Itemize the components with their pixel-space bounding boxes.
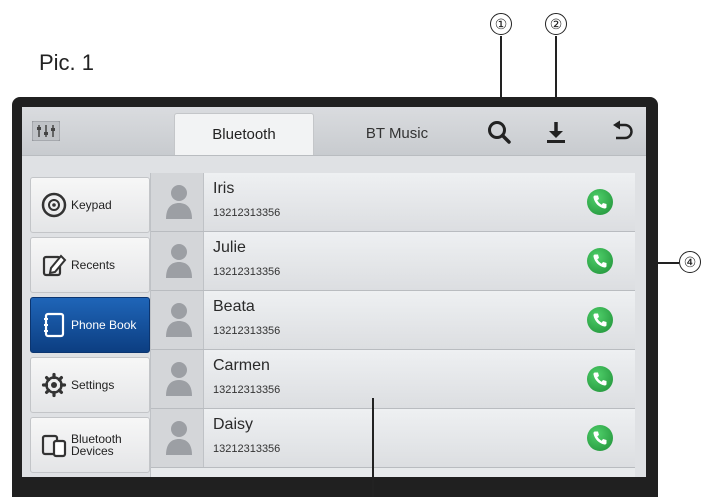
phonebook-icon	[44, 312, 65, 338]
sidebar-item-recents[interactable]: Recents	[30, 237, 150, 293]
phone-icon	[593, 313, 607, 327]
contact-name: Carmen	[213, 357, 270, 374]
phone-icon	[593, 254, 607, 268]
screen: Bluetooth BT Music Keypad Recents Phone …	[22, 107, 646, 497]
contact-number: 13212313356	[213, 266, 281, 278]
recents-icon	[42, 254, 67, 277]
gear-icon	[41, 372, 67, 398]
contact-name: Daisy	[213, 416, 254, 433]
sidebar-item-settings[interactable]: Settings	[30, 357, 150, 413]
contact-number: 13212313356	[213, 443, 281, 455]
phone-icon	[593, 195, 607, 209]
call-button[interactable]	[587, 425, 613, 451]
callout-4: ④	[679, 251, 701, 273]
equalizer-icon[interactable]	[32, 121, 60, 141]
callout-2: ②	[545, 13, 567, 35]
callout-1: ①	[490, 13, 512, 35]
list-item[interactable]: Beata 13212313356	[151, 291, 635, 350]
sidebar-item-label: Keypad	[71, 198, 112, 212]
contact-name: Julie	[213, 239, 246, 256]
devices-icon	[41, 434, 67, 458]
top-bar: Bluetooth BT Music	[22, 107, 646, 156]
contact-number: 13212313356	[213, 207, 281, 219]
bezel-bottom	[12, 477, 658, 497]
sidebar-item-label: Settings	[71, 378, 115, 392]
phone-icon	[593, 431, 607, 445]
download-icon[interactable]	[543, 119, 569, 145]
sidebar-item-keypad[interactable]: Keypad	[30, 177, 150, 233]
avatar-box	[151, 173, 204, 231]
call-button[interactable]	[587, 307, 613, 333]
contact-name: Beata	[213, 298, 255, 315]
contact-name: Iris	[213, 180, 235, 197]
figure-label: Pic. 1	[39, 50, 95, 75]
phone-icon	[593, 372, 607, 386]
sidebar-item-bluetooth-devices[interactable]: Bluetooth Devices	[30, 417, 150, 473]
call-button[interactable]	[587, 248, 613, 274]
avatar-box	[151, 291, 204, 349]
tab-bluetooth[interactable]: Bluetooth	[174, 113, 314, 155]
list-item[interactable]: Iris 13212313356	[151, 173, 635, 232]
list-item[interactable]: Daisy 13212313356	[151, 409, 635, 468]
avatar-icon	[166, 185, 192, 219]
sidebar: Keypad Recents Phone Book Settings Bluet…	[30, 163, 152, 497]
avatar-icon	[166, 303, 192, 337]
call-button[interactable]	[587, 366, 613, 392]
keypad-icon	[41, 192, 67, 218]
contact-number: 13212313356	[213, 325, 281, 337]
contact-number: 13212313356	[213, 384, 281, 396]
contact-list: Iris 13212313356 Julie 13212313356 Beata…	[150, 173, 635, 497]
sidebar-item-label: Phone Book	[71, 318, 137, 332]
avatar-icon	[166, 244, 192, 278]
avatar-box	[151, 350, 204, 408]
list-item[interactable]: Julie 13212313356	[151, 232, 635, 291]
sidebar-item-phone-book[interactable]: Phone Book	[30, 297, 150, 353]
sidebar-item-label: Bluetooth Devices	[71, 432, 122, 458]
callout-3-leader	[372, 398, 374, 497]
avatar-box	[151, 232, 204, 290]
avatar-box	[151, 409, 204, 467]
tab-bt-music[interactable]: BT Music	[322, 113, 472, 155]
search-icon[interactable]	[486, 119, 512, 145]
sidebar-item-label: Recents	[71, 258, 116, 272]
call-button[interactable]	[587, 189, 613, 215]
avatar-icon	[166, 362, 192, 396]
list-item[interactable]: Carmen 13212313356	[151, 350, 635, 409]
back-icon[interactable]	[610, 119, 636, 145]
avatar-icon	[166, 421, 192, 455]
